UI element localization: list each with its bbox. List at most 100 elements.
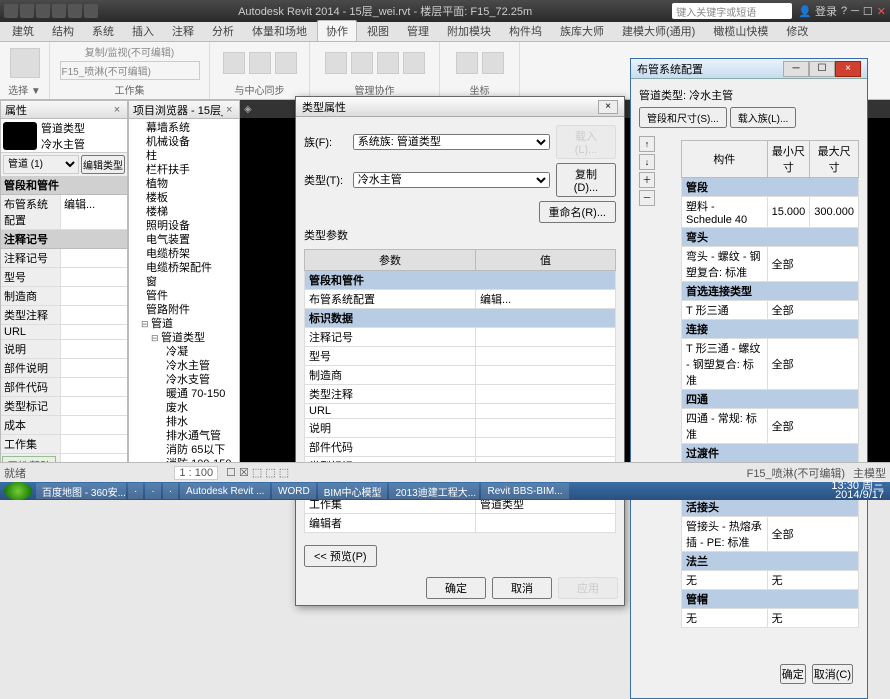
tree-node[interactable]: 机械设备 bbox=[141, 135, 237, 149]
ribbon-tab[interactable]: 修改 bbox=[778, 21, 816, 41]
ribbon-tab[interactable]: 视图 bbox=[359, 21, 397, 41]
coord-icon[interactable] bbox=[482, 52, 504, 74]
table-row[interactable]: 注释记号 bbox=[305, 328, 616, 347]
collab-icon[interactable] bbox=[325, 52, 347, 74]
taskbar-item[interactable]: WORD bbox=[272, 483, 316, 499]
ok-button[interactable]: 确定 bbox=[780, 664, 806, 684]
zoom-scale[interactable]: 1 : 100 bbox=[174, 466, 218, 480]
property-row[interactable]: 工作集 bbox=[1, 435, 127, 454]
taskbar-item[interactable]: · bbox=[128, 483, 143, 499]
table-row[interactable]: URL bbox=[305, 404, 616, 419]
segments-sizes-button[interactable]: 管段和尺寸(S)... bbox=[639, 107, 727, 128]
table-row[interactable]: 管段 bbox=[682, 178, 859, 197]
ribbon-tab[interactable]: 橄榄山快模 bbox=[705, 21, 776, 41]
tree-node[interactable]: 柱 bbox=[141, 149, 237, 163]
table-row[interactable]: T 形三通全部 bbox=[682, 301, 859, 320]
taskbar-item[interactable]: · bbox=[145, 483, 160, 499]
table-row[interactable]: 管帽 bbox=[682, 590, 859, 609]
family-dropdown[interactable]: 系统族: 管道类型 bbox=[353, 134, 550, 150]
tree-node[interactable]: 废水 bbox=[161, 401, 237, 415]
table-row[interactable]: 型号 bbox=[305, 347, 616, 366]
table-row[interactable]: 弯头 - 螺纹 - 钢塑复合: 标准全部 bbox=[682, 247, 859, 282]
taskbar-item[interactable]: Autodesk Revit ... bbox=[180, 483, 270, 499]
table-row[interactable]: 标识数据 bbox=[305, 309, 616, 328]
qat-save-icon[interactable] bbox=[36, 4, 50, 18]
dialog-minimize-icon[interactable]: ─ bbox=[783, 61, 809, 77]
ribbon-tab[interactable]: 协作 bbox=[317, 20, 357, 41]
table-row[interactable]: 弯头 bbox=[682, 228, 859, 247]
tree-node[interactable]: 管件 bbox=[141, 289, 237, 303]
dialog-maximize-icon[interactable]: ☐ bbox=[809, 61, 835, 77]
edit-type-button[interactable]: 编辑类型 bbox=[81, 155, 125, 174]
ok-button[interactable]: 确定 bbox=[426, 577, 486, 599]
table-row[interactable]: 四通 bbox=[682, 390, 859, 409]
close-icon[interactable]: × bbox=[223, 104, 235, 116]
table-row[interactable]: 四通 - 常规: 标准全部 bbox=[682, 409, 859, 444]
table-row[interactable]: 制造商 bbox=[305, 366, 616, 385]
table-row[interactable]: 部件代码 bbox=[305, 438, 616, 457]
property-row[interactable]: 型号 bbox=[1, 268, 127, 287]
ribbon-tab[interactable]: 体量和场地 bbox=[244, 21, 315, 41]
move-down-icon[interactable]: ↓ bbox=[639, 154, 655, 170]
taskbar-item[interactable]: Revit BBS-BIM... bbox=[481, 483, 568, 499]
window-close-icon[interactable]: ✕ bbox=[877, 5, 886, 18]
table-row[interactable]: 布管系统配置编辑... bbox=[305, 290, 616, 309]
tree-node[interactable]: 冷水主管 bbox=[161, 359, 237, 373]
ribbon-tab[interactable]: 构件坞 bbox=[501, 21, 550, 41]
tree-node[interactable]: 管道管道类型冷凝冷水主管冷水支管暖通 70-150废水排水排水通气管消防 65以… bbox=[141, 317, 237, 477]
property-row[interactable]: 注释记号 bbox=[1, 249, 127, 268]
relinquish-icon[interactable] bbox=[275, 52, 297, 74]
table-row[interactable]: 法兰 bbox=[682, 552, 859, 571]
ribbon-tab[interactable]: 建模大师(通用) bbox=[614, 21, 703, 41]
property-row[interactable]: 布管系统配置编辑... bbox=[1, 195, 127, 230]
reload-icon[interactable] bbox=[249, 52, 271, 74]
qat-open-icon[interactable] bbox=[20, 4, 34, 18]
tree-node[interactable]: 暖通 70-150 bbox=[161, 387, 237, 401]
ribbon-tab[interactable]: 注释 bbox=[164, 21, 202, 41]
coord-icon[interactable] bbox=[456, 52, 478, 74]
start-button[interactable] bbox=[4, 482, 32, 500]
tree-node[interactable]: 楼板 bbox=[141, 191, 237, 205]
apply-button[interactable]: 应用 bbox=[558, 577, 618, 599]
tree-node[interactable]: 幕墙系统 bbox=[141, 121, 237, 135]
login-link[interactable]: 👤 登录 bbox=[798, 3, 837, 19]
tree-node[interactable]: 排水通气管 bbox=[161, 429, 237, 443]
ribbon-tab[interactable]: 结构 bbox=[44, 21, 82, 41]
taskbar-item[interactable]: 2013迪建工程大... bbox=[389, 483, 479, 499]
remove-row-icon[interactable]: － bbox=[639, 190, 655, 206]
duplicate-button[interactable]: 复制(D)... bbox=[556, 163, 616, 197]
tree-node[interactable]: 管路附件 bbox=[141, 303, 237, 317]
tree-node[interactable]: 电缆桥架 bbox=[141, 247, 237, 261]
preview-button[interactable]: << 预览(P) bbox=[304, 545, 377, 567]
sync-icon[interactable] bbox=[223, 52, 245, 74]
table-row[interactable]: 无无 bbox=[682, 571, 859, 590]
tree-node[interactable]: 窗 bbox=[141, 275, 237, 289]
collab-icon[interactable] bbox=[377, 52, 399, 74]
table-row[interactable]: T 形三通 - 螺纹 - 钢塑复合: 标准全部 bbox=[682, 339, 859, 390]
load-family-button[interactable]: 载入族(L)... bbox=[730, 107, 797, 128]
property-row[interactable]: 成本 bbox=[1, 416, 127, 435]
ribbon-tab[interactable]: 插入 bbox=[124, 21, 162, 41]
table-row[interactable]: 管段和管件 bbox=[305, 271, 616, 290]
property-row[interactable]: 说明 bbox=[1, 340, 127, 359]
tree-node[interactable]: 消防 65以下 bbox=[161, 443, 237, 457]
cancel-button[interactable]: 取消(C) bbox=[812, 664, 853, 684]
close-icon[interactable]: × bbox=[111, 104, 123, 116]
model-dropdown[interactable]: 主模型 bbox=[853, 465, 886, 481]
tree-node[interactable]: 楼梯 bbox=[141, 205, 237, 219]
table-row[interactable]: 塑料 - Schedule 4015.000300.000 bbox=[682, 197, 859, 228]
collab-icon[interactable] bbox=[403, 52, 425, 74]
ribbon-tab[interactable]: 分析 bbox=[204, 21, 242, 41]
tree-node[interactable]: 冷凝 bbox=[161, 345, 237, 359]
tree-node[interactable]: 植物 bbox=[141, 177, 237, 191]
ribbon-tab[interactable]: 族库大师 bbox=[552, 21, 612, 41]
ribbon-tab[interactable]: 系统 bbox=[84, 21, 122, 41]
property-row[interactable]: 类型标记 bbox=[1, 397, 127, 416]
taskbar-item[interactable]: · bbox=[163, 483, 178, 499]
instance-filter-dropdown[interactable]: 管道 (1) bbox=[3, 155, 79, 174]
help-search-input[interactable]: 键入关键字或短语 bbox=[672, 3, 792, 19]
ribbon-tab[interactable]: 建筑 bbox=[4, 21, 42, 41]
qat-redo-icon[interactable] bbox=[68, 4, 82, 18]
ribbon-tab[interactable]: 管理 bbox=[399, 21, 437, 41]
window-minimize-icon[interactable]: ─ bbox=[851, 5, 859, 17]
